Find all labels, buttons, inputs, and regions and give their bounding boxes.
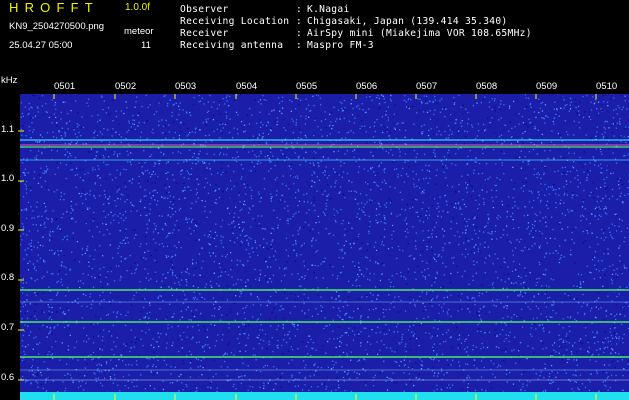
bottom-band (20, 392, 629, 400)
x-tick-label: 0501 (54, 81, 76, 92)
meteor-count-label: meteor (124, 26, 154, 37)
x-tick-label: 0502 (115, 81, 137, 92)
app-version: 1.0.0f (125, 2, 151, 13)
x-tick-label: 0503 (175, 81, 197, 92)
y-axis-margin (0, 94, 20, 400)
info-value: K.Nagai (307, 4, 350, 15)
app-title: HROFFT (9, 0, 99, 15)
y-tick-label: 0.8 (1, 272, 15, 283)
info-row-receiver: Receiver: AirSpy mini (Miakejima VOR 108.… (180, 28, 532, 39)
info-key: Observer (180, 4, 229, 15)
info-key: Receiving antenna (180, 40, 284, 51)
header-bar: HROFFT 1.0.0f KN9_2504270500.png meteor … (0, 0, 629, 74)
info-row-observer: Observer: K.Nagai (180, 4, 350, 15)
y-tick-label: 1.1 (1, 124, 15, 135)
info-value: AirSpy mini (Miakejima VOR 108.65MHz) (307, 28, 532, 39)
x-tick-label: 0509 (536, 81, 558, 92)
info-key: Receiver (180, 28, 229, 39)
info-value: Maspro FM-3 (307, 40, 374, 51)
info-key: Receiving Location (180, 16, 290, 27)
spectrogram-panel (0, 74, 629, 400)
x-tick-label: 0507 (416, 81, 438, 92)
spectrogram (0, 74, 629, 400)
y-tick-label: 0.9 (1, 223, 15, 234)
info-value: Chigasaki, Japan (139.414 35.340) (307, 16, 508, 27)
x-tick-label: 0506 (356, 81, 378, 92)
meteor-count-value: 11 (141, 40, 151, 51)
file-name: KN9_2504270500.png (9, 21, 105, 32)
x-tick-label: 0510 (596, 81, 618, 92)
observation-datetime: 25.04.27 05:00 (9, 40, 73, 51)
y-tick-label: 1.0 (1, 173, 15, 184)
x-tick-label: 0508 (476, 81, 498, 92)
y-tick-label: 0.6 (1, 372, 15, 383)
y-axis-unit: kHz (1, 75, 18, 86)
y-tick-label: 0.7 (1, 322, 15, 333)
x-tick-label: 0505 (296, 81, 318, 92)
info-row-location: Receiving Location: Chigasaki, Japan (139… (180, 16, 508, 27)
x-tick-label: 0504 (236, 81, 258, 92)
info-row-antenna: Receiving antenna: Maspro FM-3 (180, 40, 374, 51)
